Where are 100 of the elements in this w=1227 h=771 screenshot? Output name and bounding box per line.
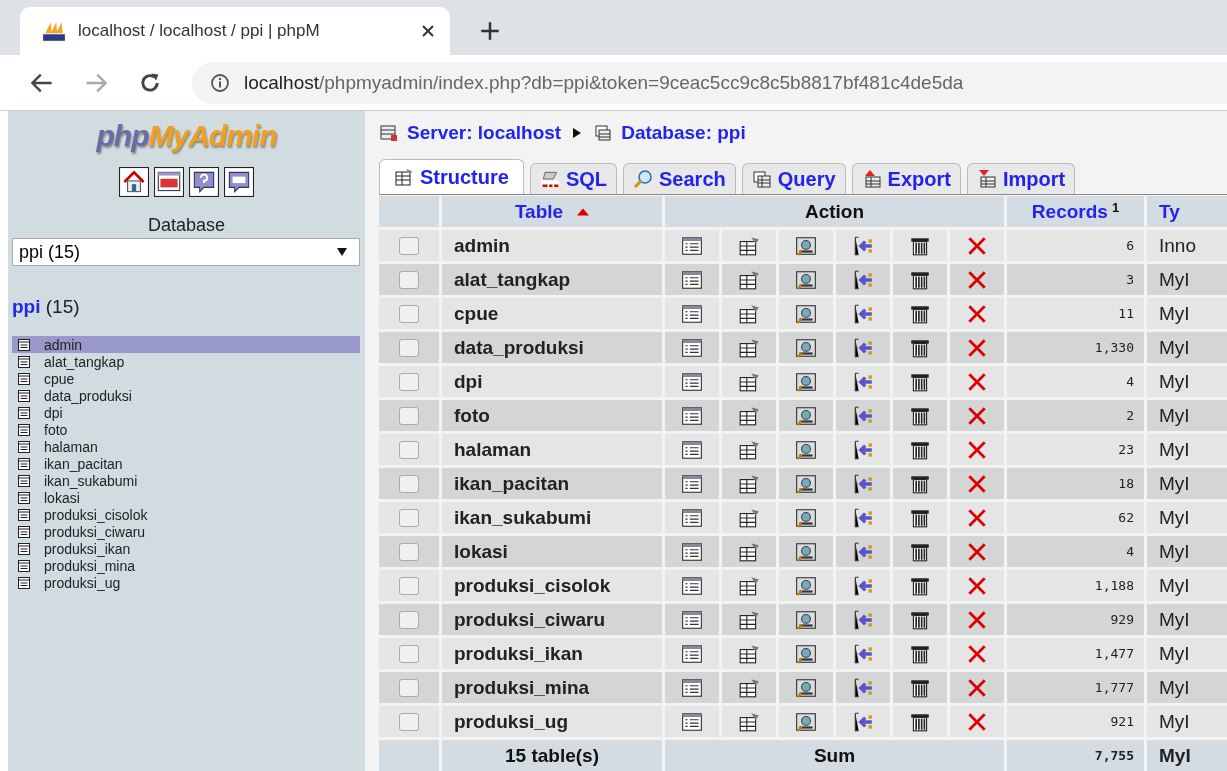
structure-icon[interactable] (738, 574, 760, 597)
structure-icon[interactable] (738, 506, 760, 529)
insert-icon[interactable] (852, 302, 874, 325)
table-name-cell[interactable]: alat_tangkap (442, 264, 662, 295)
row-checkbox[interactable] (399, 406, 419, 425)
search-table-icon[interactable] (795, 574, 817, 597)
database-link[interactable]: Database: ppi (621, 122, 746, 144)
insert-icon[interactable] (852, 268, 874, 291)
structure-icon[interactable] (738, 540, 760, 563)
search-table-icon[interactable] (795, 302, 817, 325)
structure-icon[interactable] (738, 608, 760, 631)
table-name-cell[interactable]: admin (442, 230, 662, 261)
sql-window-icon[interactable] (154, 167, 184, 197)
table-name-cell[interactable]: produksi_ug (442, 706, 662, 737)
sidebar-table-item[interactable]: data_produksi (12, 387, 360, 404)
structure-icon[interactable] (738, 472, 760, 495)
row-checkbox[interactable] (399, 508, 419, 527)
structure-icon[interactable] (738, 302, 760, 325)
row-checkbox[interactable] (399, 542, 419, 561)
browse-icon[interactable] (681, 574, 703, 597)
tab[interactable]: Structure (379, 159, 524, 194)
search-table-icon[interactable] (795, 438, 817, 461)
search-table-icon[interactable] (795, 676, 817, 699)
table-name-cell[interactable]: ikan_sukabumi (442, 502, 662, 533)
home-icon[interactable] (119, 167, 149, 197)
browser-tab[interactable]: localhost / localhost / ppi | phpM (20, 7, 450, 55)
browse-icon[interactable] (681, 234, 703, 257)
tab[interactable]: Query (741, 163, 846, 194)
search-table-icon[interactable] (795, 642, 817, 665)
insert-icon[interactable] (852, 540, 874, 563)
sidebar-table-item[interactable]: produksi_cisolok (12, 506, 360, 523)
insert-icon[interactable] (852, 336, 874, 359)
new-tab-icon[interactable] (480, 21, 500, 41)
address-bar[interactable]: localhost/phpmyadmin/index.php?db=ppi&token=9ceac5cc9c8c5b8817bf481c4de5da (192, 61, 1227, 104)
table-name-cell[interactable]: lokasi (442, 536, 662, 567)
sidebar-table-item[interactable]: cpue (12, 370, 360, 387)
insert-icon[interactable] (852, 438, 874, 461)
tab[interactable]: Export (851, 163, 961, 194)
structure-icon[interactable] (738, 438, 760, 461)
records-column-header[interactable]: Records $^{1}$ (1007, 196, 1144, 227)
browse-icon[interactable] (681, 438, 703, 461)
insert-icon[interactable] (852, 642, 874, 665)
insert-icon[interactable] (852, 234, 874, 257)
sidebar-table-item[interactable]: dpi (12, 404, 360, 421)
sidebar-table-item[interactable]: foto (12, 421, 360, 438)
structure-icon[interactable] (738, 404, 760, 427)
tab[interactable]: Import (966, 163, 1076, 194)
browse-icon[interactable] (681, 404, 703, 427)
search-table-icon[interactable] (795, 234, 817, 257)
browse-icon[interactable] (681, 540, 703, 563)
table-name-cell[interactable]: ikan_pacitan (442, 468, 662, 499)
sidebar-table-item[interactable]: admin (12, 336, 360, 353)
structure-icon[interactable] (738, 710, 760, 733)
docs-icon[interactable] (224, 167, 254, 197)
insert-icon[interactable] (852, 676, 874, 699)
sidebar-table-item[interactable]: produksi_ikan (12, 540, 360, 557)
structure-icon[interactable] (738, 336, 760, 359)
browse-icon[interactable] (681, 642, 703, 665)
row-checkbox[interactable] (399, 372, 419, 391)
row-checkbox[interactable] (399, 610, 419, 629)
table-name-cell[interactable]: halaman (442, 434, 662, 465)
insert-icon[interactable] (852, 608, 874, 631)
sidebar-table-item[interactable]: produksi_ug (12, 574, 360, 591)
structure-icon[interactable] (738, 642, 760, 665)
insert-icon[interactable] (852, 370, 874, 393)
table-name-cell[interactable]: produksi_ciwaru (442, 604, 662, 635)
server-link[interactable]: Server: localhost (407, 122, 562, 144)
table-name-cell[interactable]: cpue (442, 298, 662, 329)
row-checkbox[interactable] (399, 304, 419, 323)
search-table-icon[interactable] (795, 608, 817, 631)
row-checkbox[interactable] (399, 712, 419, 731)
insert-icon[interactable] (852, 404, 874, 427)
search-table-icon[interactable] (795, 540, 817, 563)
insert-icon[interactable] (852, 710, 874, 733)
row-checkbox[interactable] (399, 338, 419, 357)
insert-icon[interactable] (852, 506, 874, 529)
structure-icon[interactable] (738, 234, 760, 257)
row-checkbox[interactable] (399, 678, 419, 697)
table-name-cell[interactable]: produksi_ikan (442, 638, 662, 669)
row-checkbox[interactable] (399, 474, 419, 493)
insert-icon[interactable] (852, 574, 874, 597)
row-checkbox[interactable] (399, 440, 419, 459)
search-table-icon[interactable] (795, 710, 817, 733)
close-icon[interactable] (420, 23, 436, 39)
sidebar-table-item[interactable]: ikan_pacitan (12, 455, 360, 472)
browse-icon[interactable] (681, 268, 703, 291)
sidebar-table-item[interactable]: produksi_ciwaru (12, 523, 360, 540)
type-column-header[interactable]: Ty (1147, 196, 1227, 227)
search-table-icon[interactable] (795, 506, 817, 529)
database-link[interactable]: ppi (12, 296, 41, 317)
structure-icon[interactable] (738, 676, 760, 699)
table-name-cell[interactable]: foto (442, 400, 662, 431)
sidebar-table-item[interactable]: produksi_mina (12, 557, 360, 574)
table-name-cell[interactable]: produksi_mina (442, 672, 662, 703)
browse-icon[interactable] (681, 302, 703, 325)
row-checkbox[interactable] (399, 236, 419, 255)
database-dropdown[interactable]: ppi (15) (12, 238, 360, 266)
row-checkbox[interactable] (399, 270, 419, 289)
insert-icon[interactable] (852, 472, 874, 495)
browse-icon[interactable] (681, 676, 703, 699)
